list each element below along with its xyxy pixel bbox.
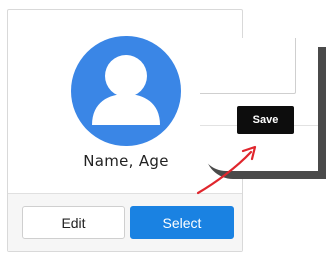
save-button[interactable]: Save (237, 106, 294, 134)
select-button[interactable]: Select (130, 206, 234, 239)
card-footer: Edit Select (8, 194, 242, 251)
zoom-callout: Save (200, 38, 318, 171)
modal-content-panel (200, 38, 296, 94)
edit-button[interactable]: Edit (22, 206, 125, 239)
screenshot-stage: Name, Age Edit Select Save (0, 0, 326, 267)
user-avatar-icon (71, 36, 181, 146)
